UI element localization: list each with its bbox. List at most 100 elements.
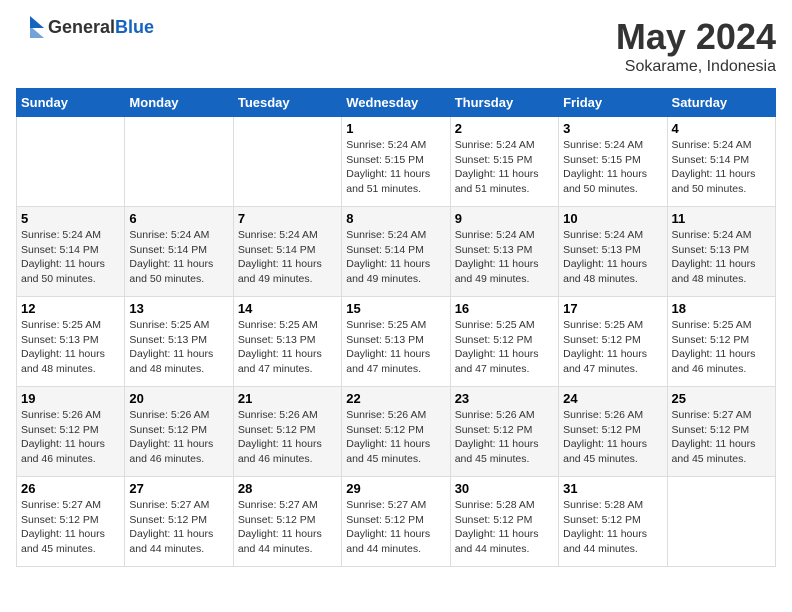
calendar-cell: 6 Sunrise: 5:24 AM Sunset: 5:14 PM Daylig… [125,207,233,297]
day-number: 6 [129,211,228,226]
cell-details: Sunrise: 5:25 AM Sunset: 5:12 PM Dayligh… [455,318,554,377]
day-number: 17 [563,301,662,316]
day-number: 20 [129,391,228,406]
day-number: 2 [455,121,554,136]
calendar-cell: 24 Sunrise: 5:26 AM Sunset: 5:12 PM Dayli… [559,387,667,477]
header: GeneralBlue May 2024 Sokarame, Indonesia [16,16,776,76]
weekday-header-thursday: Thursday [450,89,558,117]
cell-details: Sunrise: 5:24 AM Sunset: 5:14 PM Dayligh… [346,228,445,287]
cell-details: Sunrise: 5:25 AM Sunset: 5:13 PM Dayligh… [346,318,445,377]
calendar-cell: 2 Sunrise: 5:24 AM Sunset: 5:15 PM Daylig… [450,117,558,207]
calendar-cell: 18 Sunrise: 5:25 AM Sunset: 5:12 PM Dayli… [667,297,775,387]
cell-details: Sunrise: 5:24 AM Sunset: 5:13 PM Dayligh… [563,228,662,287]
day-number: 21 [238,391,337,406]
logo-blue: Blue [115,17,154,37]
day-number: 7 [238,211,337,226]
cell-details: Sunrise: 5:25 AM Sunset: 5:13 PM Dayligh… [21,318,120,377]
day-number: 24 [563,391,662,406]
calendar-cell: 23 Sunrise: 5:26 AM Sunset: 5:12 PM Dayli… [450,387,558,477]
calendar-cell: 13 Sunrise: 5:25 AM Sunset: 5:13 PM Dayli… [125,297,233,387]
day-number: 3 [563,121,662,136]
calendar-cell: 5 Sunrise: 5:24 AM Sunset: 5:14 PM Daylig… [17,207,125,297]
week-row-1: 1Sunrise: 5:24 AM Sunset: 5:15 PM Daylig… [17,117,776,207]
calendar-cell [125,117,233,207]
calendar-cell: 4Sunrise: 5:24 AM Sunset: 5:14 PM Daylig… [667,117,775,207]
cell-details: Sunrise: 5:26 AM Sunset: 5:12 PM Dayligh… [563,408,662,467]
calendar-cell: 21 Sunrise: 5:26 AM Sunset: 5:12 PM Dayli… [233,387,341,477]
cell-details: Sunrise: 5:25 AM Sunset: 5:13 PM Dayligh… [129,318,228,377]
calendar-cell: 15 Sunrise: 5:25 AM Sunset: 5:13 PM Dayli… [342,297,450,387]
cell-details: Sunrise: 5:24 AM Sunset: 5:13 PM Dayligh… [672,228,771,287]
cell-details: Sunrise: 5:26 AM Sunset: 5:12 PM Dayligh… [129,408,228,467]
calendar-cell [667,477,775,567]
weekday-header-monday: Monday [125,89,233,117]
day-number: 23 [455,391,554,406]
calendar-cell: 22 Sunrise: 5:26 AM Sunset: 5:12 PM Dayli… [342,387,450,477]
calendar-cell: 31 Sunrise: 5:28 AM Sunset: 5:12 PM Dayli… [559,477,667,567]
weekday-header-friday: Friday [559,89,667,117]
calendar-cell [17,117,125,207]
calendar-cell: 10 Sunrise: 5:24 AM Sunset: 5:13 PM Dayli… [559,207,667,297]
cell-details: Sunrise: 5:24 AM Sunset: 5:14 PM Dayligh… [21,228,120,287]
day-number: 12 [21,301,120,316]
cell-details: Sunrise: 5:26 AM Sunset: 5:12 PM Dayligh… [346,408,445,467]
calendar-cell: 20 Sunrise: 5:26 AM Sunset: 5:12 PM Dayli… [125,387,233,477]
day-number: 26 [21,481,120,496]
day-number: 10 [563,211,662,226]
weekday-header-row: SundayMondayTuesdayWednesdayThursdayFrid… [17,89,776,117]
cell-details: Sunrise: 5:26 AM Sunset: 5:12 PM Dayligh… [21,408,120,467]
cell-details: Sunrise: 5:26 AM Sunset: 5:12 PM Dayligh… [455,408,554,467]
day-number: 15 [346,301,445,316]
cell-details: Sunrise: 5:27 AM Sunset: 5:12 PM Dayligh… [129,498,228,557]
logo-general: General [48,17,115,37]
day-number: 31 [563,481,662,496]
weekday-header-sunday: Sunday [17,89,125,117]
cell-details: Sunrise: 5:24 AM Sunset: 5:15 PM Dayligh… [346,138,445,197]
week-row-2: 5 Sunrise: 5:24 AM Sunset: 5:14 PM Daylig… [17,207,776,297]
calendar-cell: 11Sunrise: 5:24 AM Sunset: 5:13 PM Dayli… [667,207,775,297]
day-number: 9 [455,211,554,226]
day-number: 8 [346,211,445,226]
cell-details: Sunrise: 5:24 AM Sunset: 5:14 PM Dayligh… [129,228,228,287]
calendar-cell: 29Sunrise: 5:27 AM Sunset: 5:12 PM Dayli… [342,477,450,567]
calendar-cell: 7Sunrise: 5:24 AM Sunset: 5:14 PM Daylig… [233,207,341,297]
weekday-header-wednesday: Wednesday [342,89,450,117]
calendar-cell: 19Sunrise: 5:26 AM Sunset: 5:12 PM Dayli… [17,387,125,477]
day-number: 25 [672,391,771,406]
calendar-cell: 16 Sunrise: 5:25 AM Sunset: 5:12 PM Dayli… [450,297,558,387]
day-number: 16 [455,301,554,316]
calendar-cell: 9Sunrise: 5:24 AM Sunset: 5:13 PM Daylig… [450,207,558,297]
cell-details: Sunrise: 5:25 AM Sunset: 5:12 PM Dayligh… [563,318,662,377]
location-title: Sokarame, Indonesia [616,58,776,76]
cell-details: Sunrise: 5:24 AM Sunset: 5:15 PM Dayligh… [455,138,554,197]
cell-details: Sunrise: 5:25 AM Sunset: 5:13 PM Dayligh… [238,318,337,377]
day-number: 18 [672,301,771,316]
week-row-5: 26 Sunrise: 5:27 AM Sunset: 5:12 PM Dayli… [17,477,776,567]
calendar-cell: 3 Sunrise: 5:24 AM Sunset: 5:15 PM Daylig… [559,117,667,207]
logo-icon [16,16,44,38]
day-number: 13 [129,301,228,316]
title-area: May 2024 Sokarame, Indonesia [616,16,776,76]
weekday-header-tuesday: Tuesday [233,89,341,117]
cell-details: Sunrise: 5:25 AM Sunset: 5:12 PM Dayligh… [672,318,771,377]
calendar-cell: 1Sunrise: 5:24 AM Sunset: 5:15 PM Daylig… [342,117,450,207]
calendar-cell [233,117,341,207]
cell-details: Sunrise: 5:28 AM Sunset: 5:12 PM Dayligh… [563,498,662,557]
month-title: May 2024 [616,16,776,58]
calendar-cell: 28 Sunrise: 5:27 AM Sunset: 5:12 PM Dayli… [233,477,341,567]
day-number: 5 [21,211,120,226]
week-row-4: 19Sunrise: 5:26 AM Sunset: 5:12 PM Dayli… [17,387,776,477]
day-number: 14 [238,301,337,316]
calendar-cell: 8 Sunrise: 5:24 AM Sunset: 5:14 PM Daylig… [342,207,450,297]
calendar-cell: 12 Sunrise: 5:25 AM Sunset: 5:13 PM Dayli… [17,297,125,387]
calendar-table: SundayMondayTuesdayWednesdayThursdayFrid… [16,88,776,567]
day-number: 28 [238,481,337,496]
cell-details: Sunrise: 5:26 AM Sunset: 5:12 PM Dayligh… [238,408,337,467]
calendar-cell: 14 Sunrise: 5:25 AM Sunset: 5:13 PM Dayli… [233,297,341,387]
day-number: 22 [346,391,445,406]
cell-details: Sunrise: 5:24 AM Sunset: 5:15 PM Dayligh… [563,138,662,197]
day-number: 30 [455,481,554,496]
cell-details: Sunrise: 5:27 AM Sunset: 5:12 PM Dayligh… [238,498,337,557]
calendar-cell: 26Sunrise: 5:27 AM Sunset: 5:12 PM Dayli… [17,477,125,567]
cell-details: Sunrise: 5:27 AM Sunset: 5:12 PM Dayligh… [346,498,445,557]
